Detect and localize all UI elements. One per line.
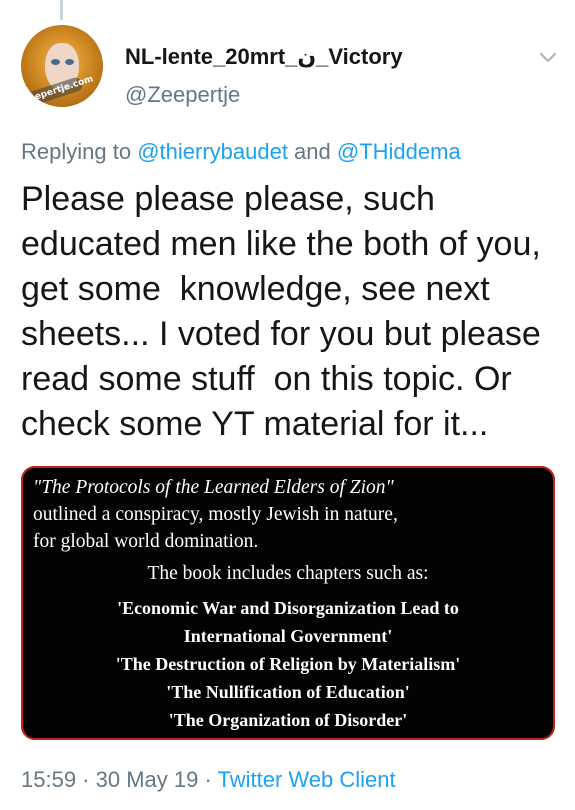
tweet-time[interactable]: 15:59 xyxy=(21,767,76,792)
separator-dot: · xyxy=(198,767,218,792)
tweet-text: Please please please, such educated men … xyxy=(21,180,541,443)
avatar-eye-left xyxy=(51,59,60,65)
media-image-content: "The Protocols of the Learned Elders of … xyxy=(25,470,551,736)
media-chapter-list: 'Economic War and Disorganization Lead t… xyxy=(25,594,551,734)
tweet-date[interactable]: 30 May 19 xyxy=(96,767,199,792)
media-quote-title: "The Protocols of the Learned Elders of … xyxy=(33,477,394,498)
chevron-down-icon[interactable] xyxy=(536,48,560,68)
avatar[interactable]: zeepertje.com xyxy=(21,25,103,107)
tweet-client-link[interactable]: Twitter Web Client xyxy=(218,767,396,792)
media-chapter: 'The Organization of Disorder' xyxy=(168,710,408,730)
tweet-media-image[interactable]: "The Protocols of the Learned Elders of … xyxy=(21,466,555,740)
mention-link-thiddema[interactable]: @THiddema xyxy=(337,139,461,164)
media-intro-rest: outlined a conspiracy, mostly Jewish in … xyxy=(33,504,398,552)
thread-connector-line xyxy=(60,0,63,20)
media-intro: "The Protocols of the Learned Elders of … xyxy=(33,474,549,555)
separator-dot: · xyxy=(76,767,96,792)
mention-link-thierrybaudet[interactable]: @thierrybaudet xyxy=(137,139,288,164)
media-chapter: 'Economic War and Disorganization Lead t… xyxy=(117,598,459,618)
media-chapter: 'The Nullification of Education' xyxy=(166,682,410,702)
user-handle[interactable]: @Zeepertje xyxy=(125,82,240,108)
media-chapter: International Government' xyxy=(183,626,393,646)
replying-to-prefix: Replying to xyxy=(21,139,138,164)
display-name[interactable]: NL-lente_20mrt_ن_Victory xyxy=(125,44,403,70)
replying-to-line: Replying to @thierrybaudet and @THiddema xyxy=(21,139,461,165)
replying-to-and: and xyxy=(287,139,337,164)
media-book-line: The book includes chapters such as: xyxy=(147,563,429,584)
media-chapter: 'The Destruction of Religion by Material… xyxy=(115,654,461,674)
avatar-eye-right xyxy=(65,59,74,65)
tweet-timestamp-line: 15:59 · 30 May 19 · Twitter Web Client xyxy=(21,767,396,793)
